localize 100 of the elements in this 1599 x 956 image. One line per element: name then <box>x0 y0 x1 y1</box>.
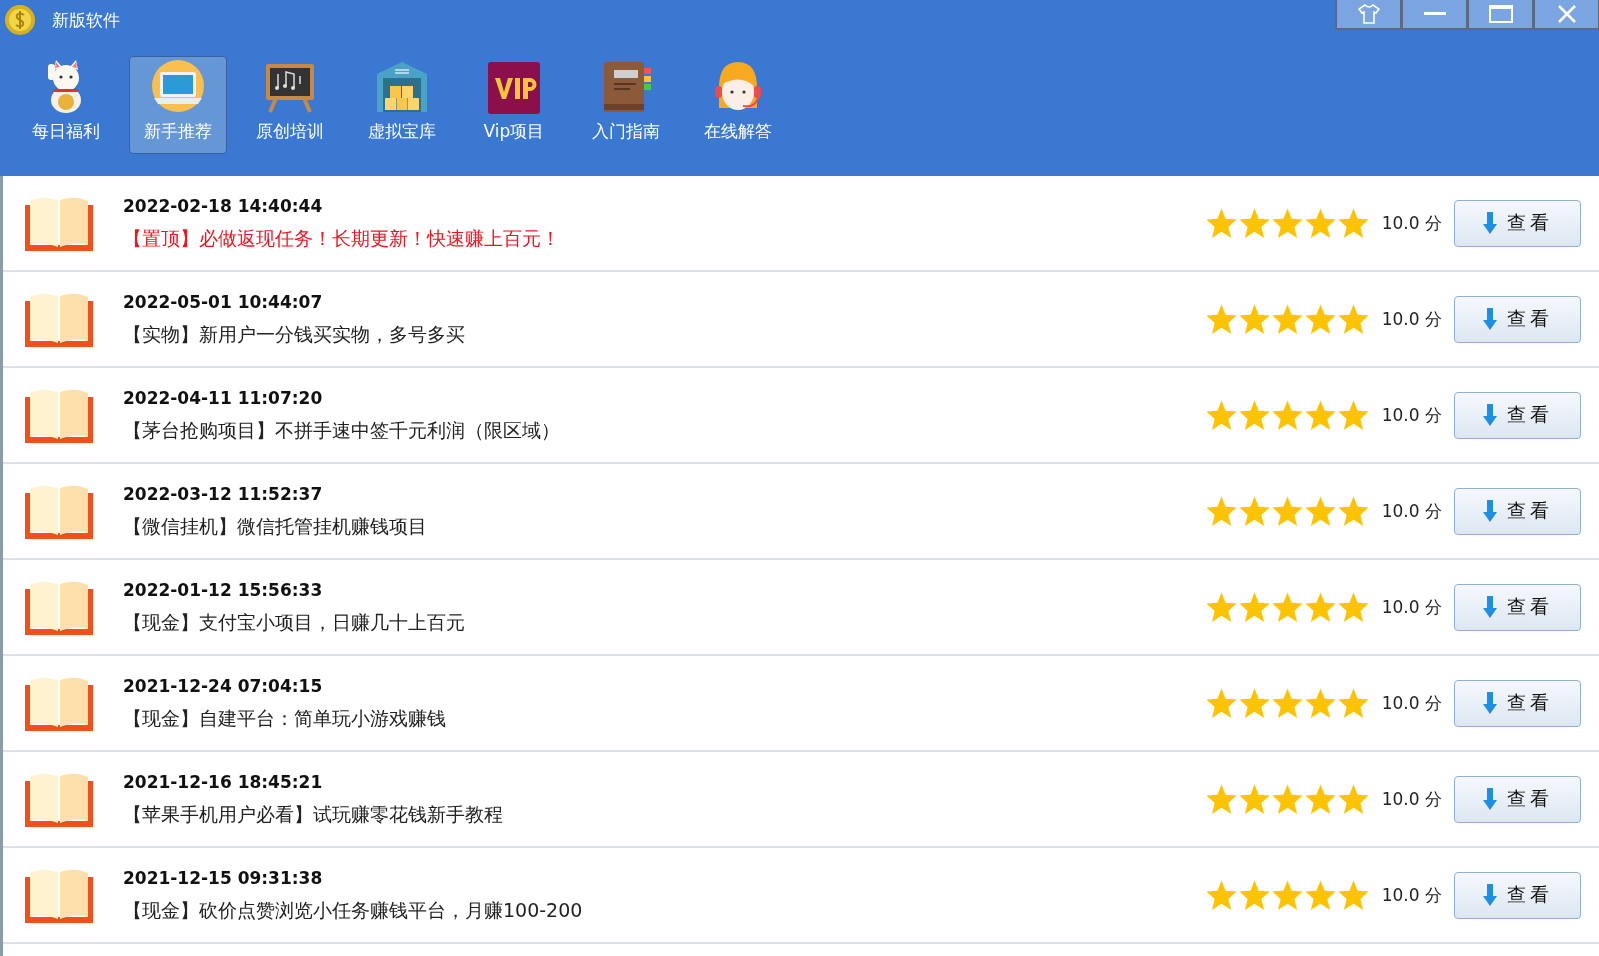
item-date: 2022-03-12 11:52:37 <box>123 484 324 504</box>
view-button[interactable]: 查看 <box>1454 583 1581 631</box>
download-arrow-icon <box>1482 692 1497 714</box>
item-title: 【茅台抢购项目】不拼手速中签千元利润（限区域） <box>123 418 561 443</box>
open-book-icon <box>25 291 93 347</box>
star-icon <box>1270 878 1304 912</box>
view-button[interactable]: 查看 <box>1454 775 1581 823</box>
star-icon <box>1204 878 1238 912</box>
item-date: 2022-05-01 10:44:07 <box>123 292 324 312</box>
star-icon <box>1270 590 1304 624</box>
star-icon <box>1336 782 1370 816</box>
item-date: 2022-01-12 15:56:33 <box>123 580 324 600</box>
item-date: 2021-12-24 07:04:15 <box>123 676 324 696</box>
view-button[interactable]: 查看 <box>1454 487 1581 535</box>
star-icon <box>1336 302 1370 336</box>
star-icon <box>1204 398 1238 432</box>
maximize-icon <box>1488 5 1513 23</box>
download-arrow-icon <box>1482 596 1497 618</box>
download-arrow-icon <box>1482 308 1497 330</box>
star-icon <box>1270 398 1304 432</box>
star-icon <box>1270 206 1304 240</box>
item-date: 2021-12-15 09:31:38 <box>123 868 324 888</box>
star-icon <box>1204 686 1238 720</box>
maximize-button[interactable] <box>1467 0 1533 30</box>
item-title: 【现金】砍价点赞浏览小任务赚钱平台，月赚100-200 <box>123 898 584 923</box>
score-text: 10.0 分 <box>1381 211 1442 235</box>
toolbar-tab[interactable]: Vip项目 <box>465 56 563 154</box>
window-title: 新版软件 <box>52 8 120 32</box>
toolbar-tab[interactable]: 每日福利 <box>17 56 115 154</box>
star-icon <box>1336 686 1370 720</box>
open-book-icon <box>25 867 93 923</box>
star-icon <box>1204 494 1238 528</box>
toolbar-tab[interactable]: 入门指南 <box>577 56 675 154</box>
score-text: 10.0 分 <box>1381 403 1442 427</box>
shirt-icon <box>1357 4 1380 24</box>
download-arrow-icon <box>1482 404 1497 426</box>
toolbar-tab[interactable]: 虚拟宝库 <box>353 56 451 154</box>
item-title: 【实物】新用户一分钱买实物，多号多买 <box>123 322 466 347</box>
item-date: 2022-04-11 11:07:20 <box>123 388 324 408</box>
item-date: 2022-02-18 14:40:44 <box>123 196 324 216</box>
download-arrow-icon <box>1482 500 1497 522</box>
star-icon <box>1237 494 1271 528</box>
star-icon <box>1303 782 1337 816</box>
close-icon <box>1556 4 1577 24</box>
view-button[interactable]: 查看 <box>1454 295 1581 343</box>
item-title: 【微信挂机】微信托管挂机赚钱项目 <box>123 514 428 539</box>
open-book-icon <box>25 483 93 539</box>
star-icon <box>1237 878 1271 912</box>
star-icon <box>1204 206 1238 240</box>
star-icon <box>1237 206 1271 240</box>
star-icon <box>1303 302 1337 336</box>
score-text: 10.0 分 <box>1381 499 1442 523</box>
open-book-icon <box>25 675 93 731</box>
star-icon <box>1303 686 1337 720</box>
star-icon <box>1270 782 1304 816</box>
star-icon <box>1336 206 1370 240</box>
star-icon <box>1270 302 1304 336</box>
star-icon <box>1270 494 1304 528</box>
view-button[interactable]: 查看 <box>1454 199 1581 247</box>
download-arrow-icon <box>1482 212 1497 234</box>
score-text: 10.0 分 <box>1381 595 1442 619</box>
coin-icon <box>4 4 36 36</box>
minimize-button[interactable] <box>1401 0 1467 30</box>
star-icon <box>1204 782 1238 816</box>
star-icon <box>1336 494 1370 528</box>
star-icon <box>1204 590 1238 624</box>
star-icon <box>1204 302 1238 336</box>
view-button[interactable]: 查看 <box>1454 871 1581 919</box>
star-icon <box>1303 590 1337 624</box>
star-icon <box>1303 494 1337 528</box>
star-icon <box>1336 398 1370 432</box>
toolbar-tab[interactable]: 在线解答 <box>689 56 787 154</box>
toolbar-tab[interactable]: 原创培训 <box>241 56 339 154</box>
star-icon <box>1303 878 1337 912</box>
star-icon <box>1237 686 1271 720</box>
star-icon <box>1336 878 1370 912</box>
item-title: 【现金】支付宝小项目，日赚几十上百元 <box>123 610 466 635</box>
item-title: 【置顶】必做返现任务！长期更新！快速赚上百元！ <box>123 226 561 251</box>
score-text: 10.0 分 <box>1381 691 1442 715</box>
vip-icon <box>488 62 540 114</box>
star-icon <box>1237 398 1271 432</box>
item-title: 【现金】自建平台：简单玩小游戏赚钱 <box>123 706 447 731</box>
download-arrow-icon <box>1482 884 1497 906</box>
view-button[interactable]: 查看 <box>1454 391 1581 439</box>
item-date: 2021-12-16 18:45:21 <box>123 772 324 792</box>
open-book-icon <box>25 579 93 635</box>
download-arrow-icon <box>1482 788 1497 810</box>
score-text: 10.0 分 <box>1381 307 1442 331</box>
star-icon <box>1270 686 1304 720</box>
score-text: 10.0 分 <box>1381 787 1442 811</box>
star-icon <box>1336 590 1370 624</box>
item-title: 【苹果手机用户必看】试玩赚零花钱新手教程 <box>123 802 504 827</box>
skin-button[interactable] <box>1335 0 1401 30</box>
open-book-icon <box>25 771 93 827</box>
score-text: 10.0 分 <box>1381 883 1442 907</box>
view-button[interactable]: 查看 <box>1454 679 1581 727</box>
open-book-icon <box>25 387 93 443</box>
minimize-icon <box>1423 12 1446 16</box>
open-book-icon <box>25 195 93 251</box>
close-button[interactable] <box>1533 0 1599 30</box>
